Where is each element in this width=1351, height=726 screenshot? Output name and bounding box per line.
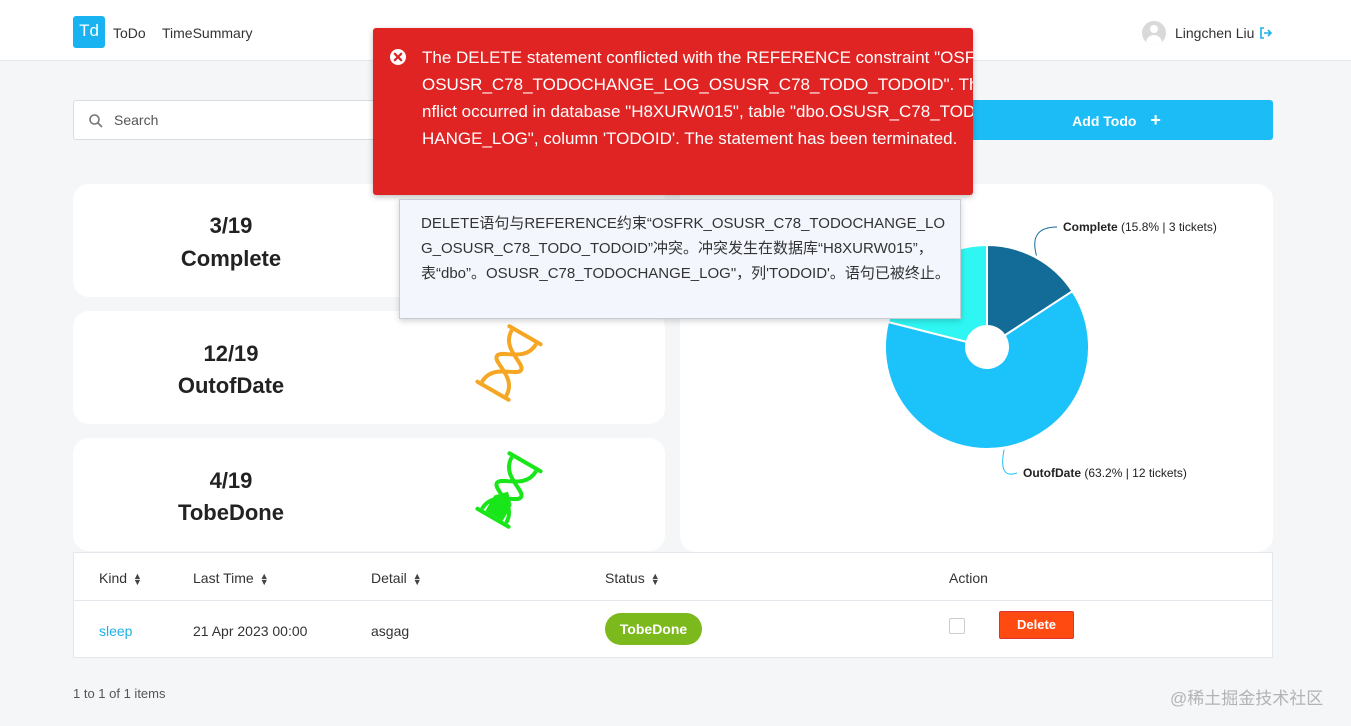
stat-label: TobeDone [178, 500, 284, 525]
column-header-status[interactable]: Status ▲ ▼ [605, 570, 660, 587]
annotation-leader [1002, 449, 1018, 475]
annotation-leader [1034, 226, 1058, 256]
add-todo-button[interactable]: Add Todo + [960, 100, 1273, 140]
watermark: @稀土掘金技术社区 [1170, 689, 1324, 708]
search-box [73, 100, 383, 140]
user-name[interactable]: Lingchen Liu [1175, 25, 1254, 41]
stat-count: 3/19 [209, 213, 253, 238]
logout-icon[interactable] [1259, 26, 1273, 40]
hourglass-icon [475, 324, 543, 402]
kind-link[interactable]: sleep [99, 623, 132, 639]
add-todo-label: Add Todo [1072, 113, 1137, 129]
detail-cell: asgag [371, 623, 410, 639]
stat-count: 4/19 [209, 468, 253, 493]
avatar[interactable] [1142, 21, 1166, 45]
search-icon [89, 114, 103, 128]
nav-timesummary[interactable]: TimeSummary [162, 25, 253, 41]
stat-count: 12/19 [203, 341, 259, 366]
nav-todo[interactable]: ToDo [113, 25, 146, 41]
sort-icon[interactable]: ▲ ▼ [133, 572, 142, 587]
plus-icon: + [1150, 110, 1161, 130]
hourglass-icon [475, 451, 543, 529]
sort-icon[interactable]: ▲ ▼ [651, 572, 660, 587]
sort-icon[interactable]: ▲ ▼ [413, 572, 422, 587]
status-badge: TobeDone [605, 613, 702, 645]
delete-button[interactable]: Delete [999, 611, 1074, 639]
column-header-last-time[interactable]: Last Time ▲ ▼ [193, 570, 269, 587]
last-time-cell: 21 Apr 2023 00:00 [193, 623, 308, 639]
stat-label: OutofDate [177, 373, 285, 398]
divider [74, 600, 1272, 601]
error-message: The DELETE statement conflicted with the… [422, 48, 973, 148]
column-header-kind[interactable]: Kind ▲ ▼ [99, 570, 142, 587]
sort-icon[interactable]: ▲ ▼ [260, 572, 269, 587]
error-icon [390, 49, 406, 65]
translation-text: DELETE语句与REFERENCE约束“OSFRK_OSUSR_C78_TOD… [421, 215, 950, 282]
column-header-action: Action [949, 570, 988, 586]
stat-label: Complete [180, 246, 282, 271]
stat-card-tobedone: 4/19 TobeDone [73, 438, 665, 551]
row-checkbox[interactable] [949, 618, 965, 634]
annotation-label: OutofDate (63.2% | 12 tickets) [1023, 466, 1187, 480]
todo-table: Kind ▲ ▼ Last Time ▲ ▼ Detail ▲ ▼ Status ▲ ▼ Act… [73, 552, 1273, 658]
error-toast[interactable]: The DELETE statement conflicted with the… [373, 28, 973, 195]
translation-tooltip: DELETE语句与REFERENCE约束“OSFRK_OSUSR_C78_TOD… [399, 199, 961, 319]
app-logo[interactable]: Td [73, 16, 105, 48]
annotation-label: Complete (15.8% | 3 tickets) [1063, 220, 1217, 234]
stat-card-outofdate: 12/19 OutofDate [73, 311, 665, 424]
column-header-detail[interactable]: Detail ▲ ▼ [371, 570, 422, 587]
search-input[interactable] [114, 102, 374, 138]
pager-info: 1 to 1 of 1 items [73, 686, 166, 701]
